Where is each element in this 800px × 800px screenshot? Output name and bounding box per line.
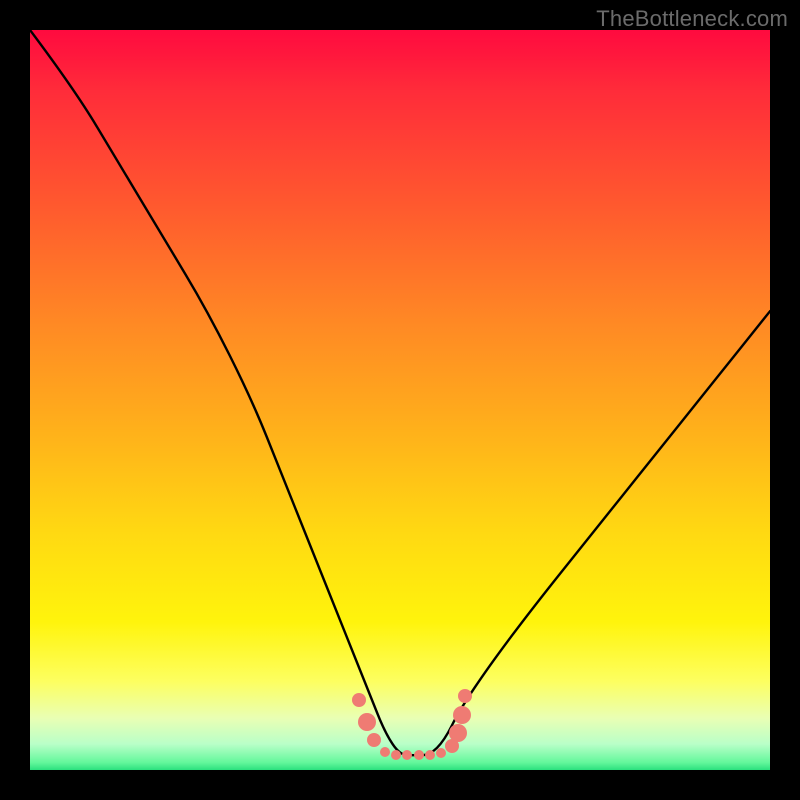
data-dot bbox=[425, 750, 435, 760]
chart-stage: TheBottleneck.com bbox=[0, 0, 800, 800]
data-dot bbox=[449, 724, 467, 742]
data-dots bbox=[30, 30, 770, 770]
data-dot bbox=[453, 706, 471, 724]
data-dot bbox=[380, 747, 390, 757]
data-dot bbox=[391, 750, 401, 760]
data-dot bbox=[402, 750, 412, 760]
data-dot bbox=[414, 750, 424, 760]
watermark-text: TheBottleneck.com bbox=[596, 6, 788, 32]
plot-area bbox=[30, 30, 770, 770]
data-dot bbox=[358, 713, 376, 731]
data-dot bbox=[352, 693, 366, 707]
data-dot bbox=[458, 689, 472, 703]
data-dot bbox=[367, 733, 381, 747]
data-dot bbox=[436, 748, 446, 758]
